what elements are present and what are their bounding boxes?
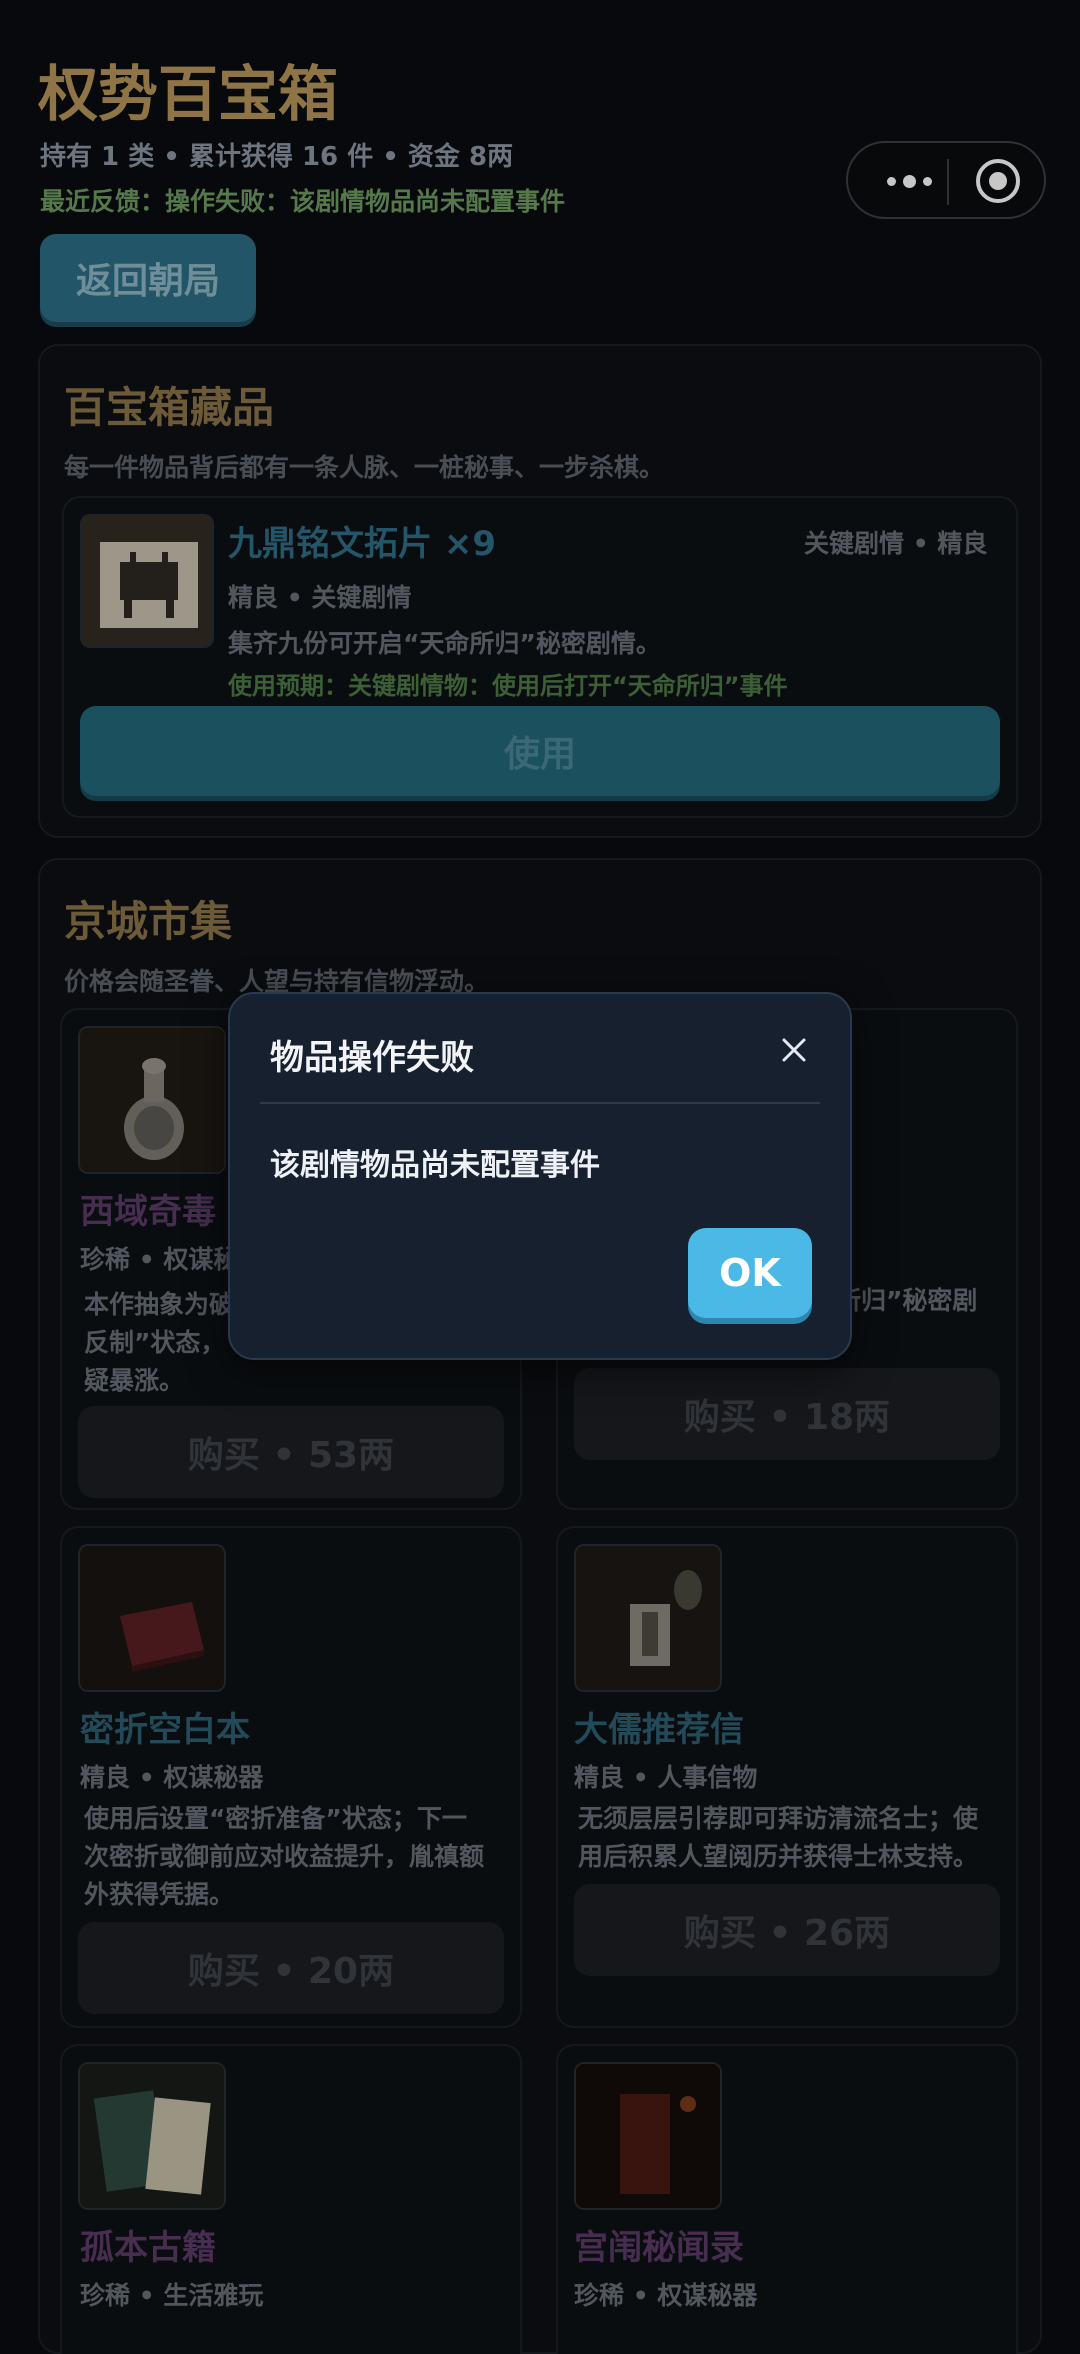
dialog-message: 该剧情物品尚未配置事件 — [270, 1148, 600, 1183]
page: 权势百宝箱 持有 1 类 • 累计获得 16 件 • 资金 8两 最近反馈：操作… — [0, 0, 1080, 2354]
close-icon[interactable] — [774, 1030, 814, 1070]
dialog-divider — [260, 1102, 820, 1104]
ok-button[interactable]: OK — [688, 1228, 812, 1318]
error-dialog: 物品操作失败 该剧情物品尚未配置事件 OK — [228, 992, 852, 1360]
dialog-title: 物品操作失败 — [270, 1038, 474, 1078]
